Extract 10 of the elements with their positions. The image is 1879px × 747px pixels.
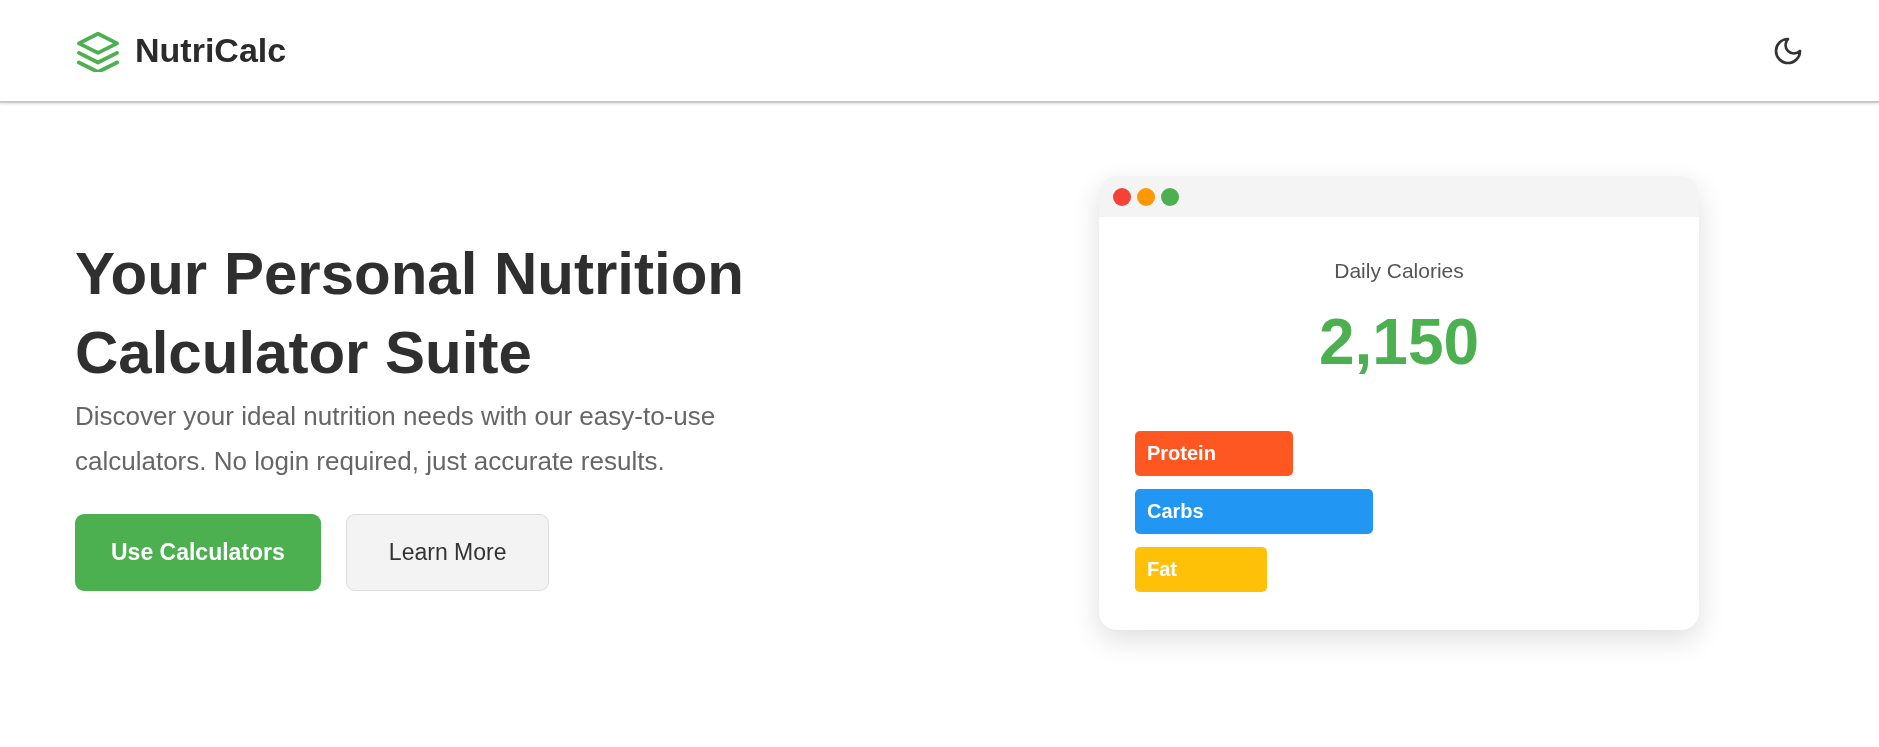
hero-title: Your Personal Nutrition Calculator Suite <box>75 239 745 388</box>
hero-description: Discover your ideal nutrition needs with our easy-to-use calculators. No login required, just accurate results. <box>75 400 717 478</box>
brand-name[interactable]: NutriCalc <box>135 31 287 70</box>
learn-more-button[interactable]: Learn More <box>345 514 550 591</box>
macro-bar: Fat <box>1135 547 1267 593</box>
layers-icon <box>75 29 121 72</box>
macro-bar: Protein <box>1135 431 1293 477</box>
calories-value: 2,150 <box>1317 307 1481 378</box>
calories-label: Daily Calories <box>1333 259 1465 283</box>
macro-bar: Carbs <box>1135 489 1373 535</box>
